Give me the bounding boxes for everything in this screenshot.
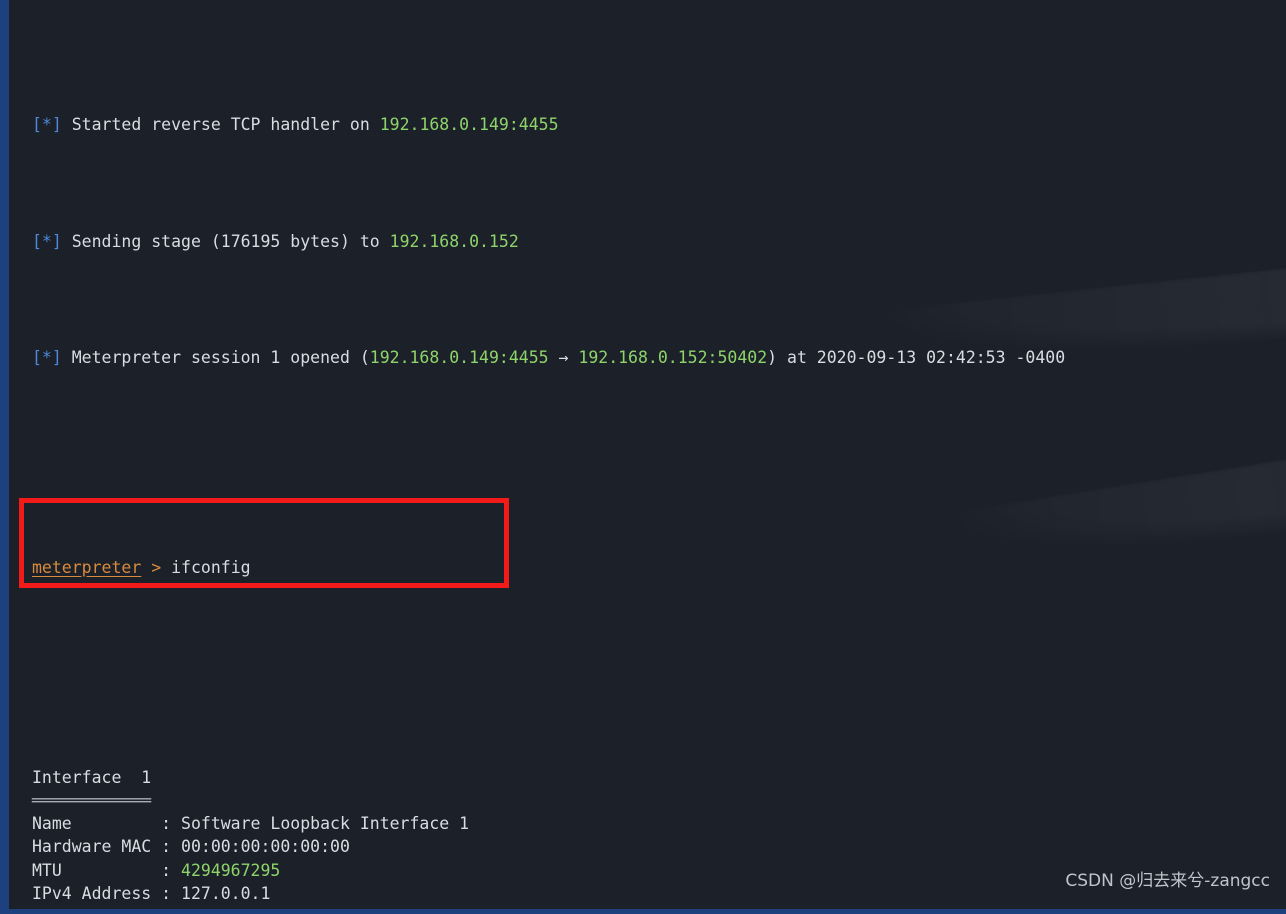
interface-row-label: IPv4 Address (32, 883, 162, 903)
interface-row-value: Software Loopback Interface 1 (181, 814, 470, 834)
status-tag: [*] (32, 348, 62, 368)
status-tag: [*] (32, 115, 62, 135)
host-address: 192.168.0.149:4455 (369, 348, 549, 368)
interface-row-separator: : (161, 837, 182, 857)
interface-row-label: MTU (32, 860, 162, 880)
prompt-line-command[interactable]: meterpreter > ifconfig (32, 556, 1286, 579)
interface-row: Hardware MAC : 00:00:00:00:00:00 (32, 835, 1286, 858)
console-line-stage: [*] Sending stage (176195 bytes) to 192.… (32, 230, 1286, 253)
interface-row-separator: : (161, 907, 181, 909)
interface-list: Interface 1 ════════════ Name : Software L… (32, 766, 1286, 910)
prompt-symbol: > (141, 557, 172, 577)
console-line-handler: [*] Started reverse TCP handler on 192.1… (32, 113, 1286, 136)
console-output[interactable]: [*] Started reverse TCP handler on 192.1… (9, 0, 1286, 910)
interface-heading: Interface 1 (32, 766, 1286, 789)
interface-block: Interface 1 ════════════ Name : Software L… (32, 766, 1286, 910)
interface-row-value: 00:00:00:00:00:00 (181, 837, 350, 857)
prompt-label: meterpreter (32, 557, 142, 577)
terminal-window[interactable]: [*] Started reverse TCP handler on 192.1… (0, 0, 1286, 914)
interface-rule: ════════════ (32, 790, 152, 810)
arrow-icon: → (548, 348, 579, 368)
host-address: 192.168.0.149:4455 (379, 115, 559, 135)
status-message: Started reverse TCP handler on (61, 115, 380, 135)
status-message: Meterpreter session 1 opened ( (61, 348, 370, 368)
interface-row-label: IPv4 Netmask (32, 907, 161, 909)
interface-row-value: 255.0.0.0 (181, 907, 270, 909)
interface-row-value: 4294967295 (181, 860, 281, 880)
session-timestamp: ) at 2020-09-13 02:42:53 -0400 (767, 348, 1066, 368)
interface-row-label: Hardware MAC (32, 837, 162, 857)
status-message: Sending stage (176195 bytes) to (61, 231, 390, 251)
interface-number: 1 (141, 767, 152, 787)
interface-row-separator: : (161, 883, 182, 903)
command-text: ifconfig (171, 557, 251, 577)
interface-heading-label: Interface (32, 767, 142, 787)
interface-row-separator: : (161, 860, 182, 880)
interface-row: IPv4 Netmask : 255.0.0.0 (32, 905, 1286, 909)
interface-row-value: 127.0.0.1 (181, 883, 271, 903)
watermark-text: CSDN @归去来兮-zangcc (1065, 871, 1270, 891)
interface-row-label: Name (32, 814, 162, 834)
status-tag: [*] (32, 231, 62, 251)
console-line-session: [*] Meterpreter session 1 opened (192.16… (32, 346, 1286, 369)
interface-row-separator: : (161, 814, 182, 834)
host-address: 192.168.0.152 (389, 231, 519, 251)
host-address-remote: 192.168.0.152:50402 (578, 348, 768, 368)
interface-row: Name : Software Loopback Interface 1 (32, 812, 1286, 835)
